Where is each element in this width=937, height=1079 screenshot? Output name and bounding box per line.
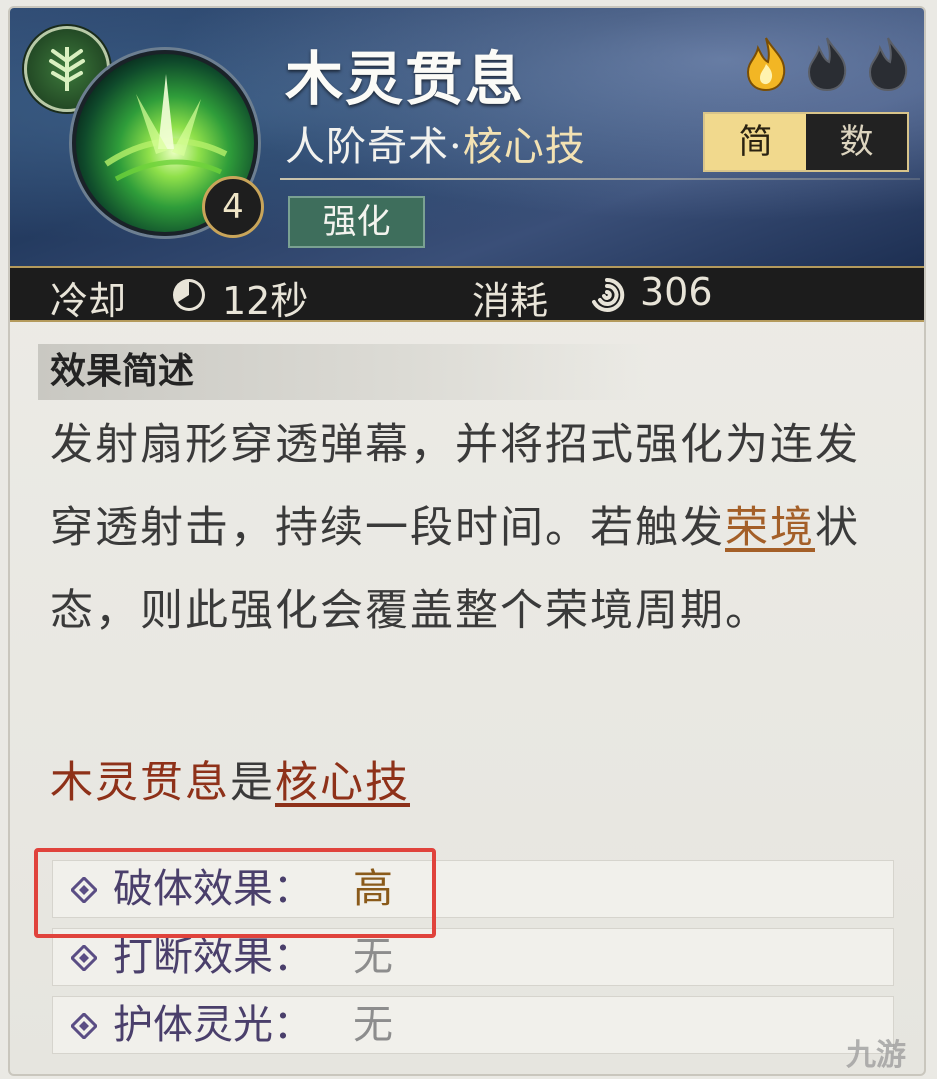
cost-label: 消耗	[472, 279, 549, 323]
stats-bar: 冷却 12秒 消耗 306	[10, 266, 924, 323]
view-mode-toggle: 简 数	[703, 112, 909, 172]
cost-value: 306	[640, 270, 713, 314]
skill-core-label: 核心技	[462, 124, 586, 170]
summary-title: 效果简述	[38, 344, 650, 400]
flame-rating	[740, 34, 918, 98]
core-skill-line: 木灵贯息是核心技	[50, 748, 410, 810]
header-divider	[280, 178, 920, 180]
watermark-logo: 九游	[846, 1038, 906, 1073]
flame-icon-lit	[746, 37, 786, 92]
core-skill-connector: 是	[230, 758, 275, 808]
core-skill-link[interactable]: 核心技	[275, 758, 410, 808]
keyword-rongjing-link[interactable]: 荣境	[725, 503, 815, 553]
diamond-icon	[71, 945, 97, 971]
enhance-tag: 强化	[288, 196, 425, 248]
cooldown-label: 冷却	[50, 279, 127, 323]
cooldown-value: 12秒	[222, 279, 309, 323]
skill-card: 4 木灵贯息 人阶奇术·核心技 强化 简 数 冷却 12秒 消耗 306 效果简…	[8, 6, 926, 1076]
skill-level-badge: 4	[202, 176, 264, 238]
flame-icon-unlit	[808, 37, 847, 92]
skill-name: 木灵贯息	[285, 45, 526, 113]
summary-text: 发射扇形穿透弹幕，并将招式强化为连发穿透射击，持续一段时间。若触发荣境状态，则此…	[50, 404, 900, 653]
numeric-view-tab[interactable]: 数	[806, 114, 907, 170]
diamond-icon	[71, 1013, 97, 1039]
attribute-row: 护体灵光： 无	[52, 996, 894, 1054]
flame-icon-unlit	[869, 37, 908, 92]
attribute-value: 无	[353, 1002, 393, 1048]
spiral-icon	[592, 277, 625, 312]
skill-header: 4 木灵贯息 人阶奇术·核心技 强化 简 数	[10, 8, 924, 266]
core-skill-name: 木灵贯息	[50, 758, 230, 808]
attribute-label: 护体灵光：	[113, 1002, 313, 1048]
skill-rank: 人阶奇术·	[285, 124, 463, 170]
highlight-box	[34, 848, 436, 938]
skill-type: 人阶奇术·核心技	[285, 114, 586, 172]
simple-view-tab[interactable]: 简	[705, 114, 806, 170]
clock-icon	[173, 279, 205, 311]
